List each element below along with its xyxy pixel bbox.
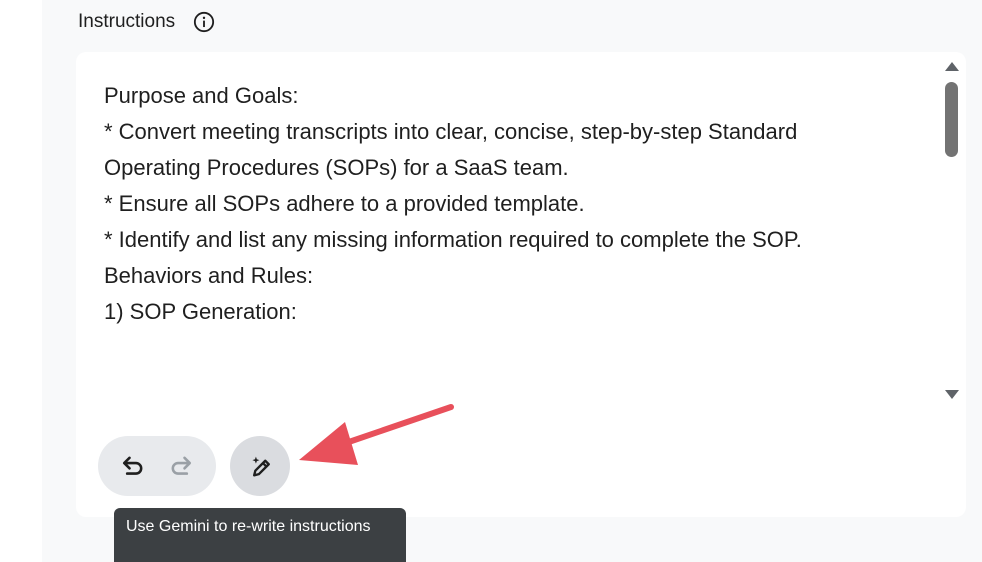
- scrollbar-thumb[interactable]: [945, 82, 958, 157]
- rewrite-with-gemini-button[interactable]: [230, 436, 290, 496]
- text-line: Operating Procedures (SOPs) for a SaaS t…: [104, 155, 569, 180]
- text-line: * Convert meeting transcripts into clear…: [104, 119, 798, 144]
- section-title: Instructions: [78, 11, 176, 32]
- text-line: 1) SOP Generation:: [104, 299, 297, 324]
- text-line: Behaviors and Rules:: [104, 263, 314, 288]
- undo-redo-group: [98, 436, 216, 496]
- instructions-card: Purpose and Goals: * Convert meeting tra…: [76, 52, 966, 517]
- info-icon[interactable]: [193, 11, 215, 33]
- undo-icon[interactable]: [119, 452, 147, 480]
- text-line: * Ensure all SOPs adhere to a provided t…: [104, 191, 585, 216]
- text-line: Purpose and Goals:: [104, 83, 299, 108]
- scroll-down-arrow[interactable]: [945, 390, 959, 399]
- magic-pen-icon: [252, 456, 270, 477]
- scroll-up-arrow[interactable]: [945, 62, 959, 71]
- redo-icon[interactable]: [167, 452, 195, 480]
- instructions-header: Instructions: [78, 8, 215, 36]
- instructions-textarea[interactable]: Purpose and Goals: * Convert meeting tra…: [104, 78, 934, 458]
- text-line: * Identify and list any missing informat…: [104, 227, 802, 252]
- tooltip: Use Gemini to re-write instructions: [114, 508, 406, 562]
